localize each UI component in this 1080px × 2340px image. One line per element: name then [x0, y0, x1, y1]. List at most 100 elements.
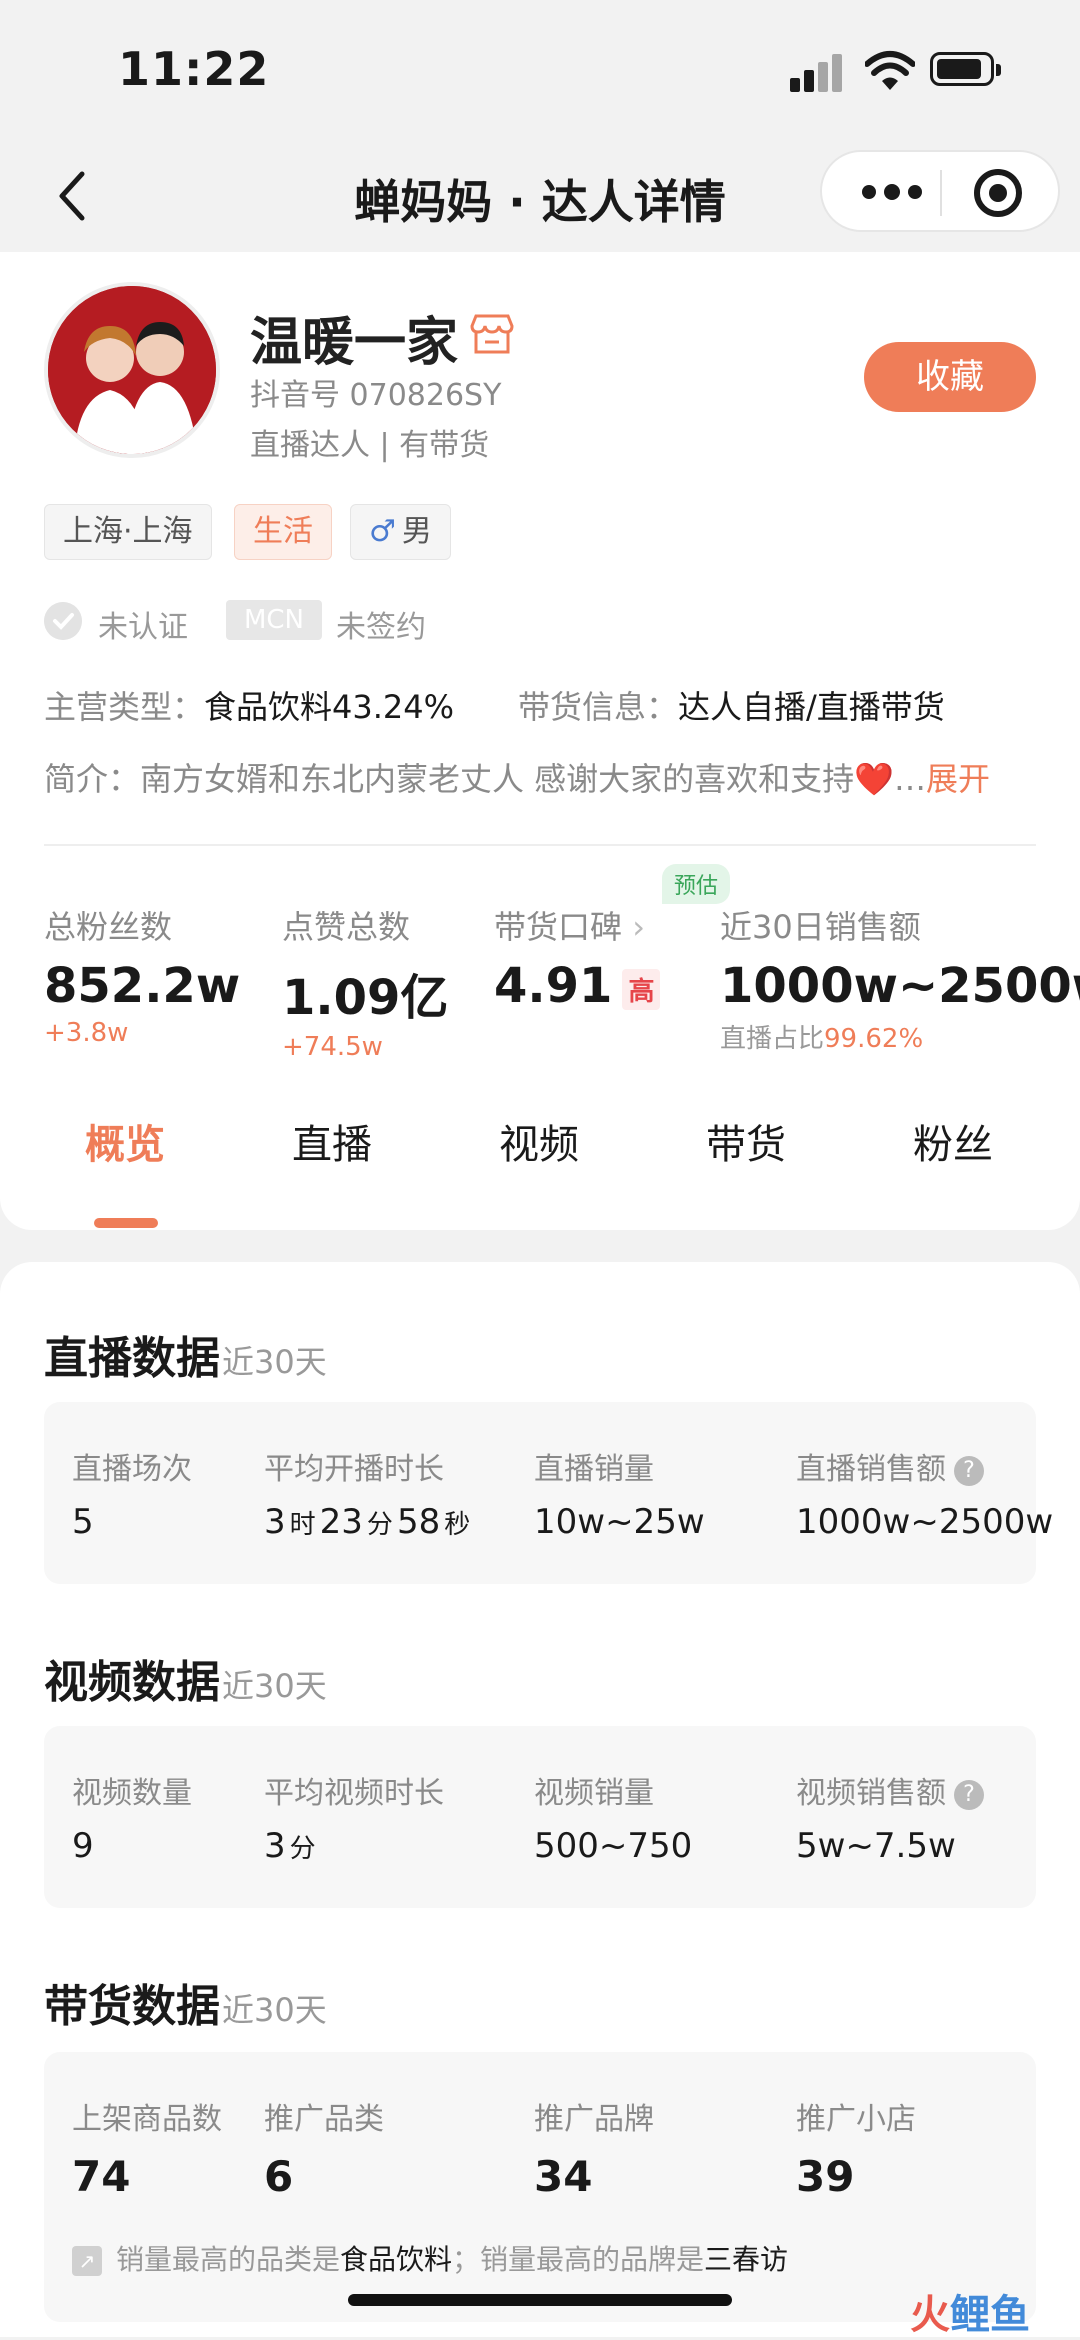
tab-fans[interactable]: 粉丝 — [845, 1112, 1061, 1170]
watermark-logo: 火鲤鱼 — [910, 2282, 1030, 2340]
minutes-value: 3 — [264, 1826, 286, 1866]
live-sessions: 直播场次 5 — [72, 1444, 192, 1542]
favorite-button[interactable]: 收藏 — [864, 342, 1036, 412]
stat-label: 带货口碑 — [494, 908, 623, 946]
cell-label: 推广品类 — [264, 2102, 384, 2137]
stat-likes[interactable]: 点赞总数 1.09亿 +74.5w — [282, 902, 448, 1062]
section-period: 近30天 — [222, 1991, 327, 2029]
section-title-text: 直播数据 — [44, 1333, 220, 1384]
stat-label: 点赞总数 — [282, 908, 411, 946]
tab-video[interactable]: 视频 — [431, 1112, 647, 1170]
stat-delta: +74.5w — [282, 1032, 383, 1062]
cell-label: 推广品牌 — [534, 2102, 654, 2137]
cell-label: 视频销售额 — [796, 1776, 946, 1811]
tab-live[interactable]: 直播 — [224, 1112, 440, 1170]
goods-data-box: 上架商品数 74 推广品类 6 推广品牌 34 推广小店 39 ↗ 销量最高的品类… — [44, 2052, 1036, 2322]
goods-shops: 推广小店 39 — [796, 2094, 916, 2201]
verify-check-icon — [44, 602, 82, 640]
main-type-row: 主营类型：食品饮料43.24% — [44, 682, 454, 728]
status-time: 11:22 — [118, 42, 270, 96]
minutes-value: 23 — [319, 1502, 363, 1542]
goods-categories: 推广品类 6 — [264, 2094, 384, 2201]
video-avg-duration: 平均视频时长 3分 — [264, 1768, 444, 1866]
chevron-right-icon: › — [632, 908, 645, 946]
hours-unit: 时 — [289, 1510, 316, 1540]
shop-icon[interactable] — [468, 312, 516, 356]
wifi-icon — [865, 51, 915, 90]
live-data-box: 直播场次 5 平均开播时长 3 时 23 分 58 秒 直播销量 10w~25w 直播销售… — [44, 1402, 1053, 1584]
battery-icon — [930, 52, 1001, 86]
main-type-key: 主营类型： — [44, 688, 205, 726]
intro-row: 简介：南方女婿和东北内蒙老丈人 感谢大家的喜欢和支持❤️…展开 — [44, 754, 1044, 800]
expand-link[interactable]: 展开 — [926, 760, 990, 798]
cell-value: 1000w~2500w — [796, 1502, 1054, 1542]
goods-listed: 上架商品数 74 — [72, 2094, 222, 2201]
hours-value: 3 — [264, 1502, 286, 1542]
mcn-badge: MCN — [226, 600, 322, 640]
live-volume: 直播销量 10w~25w — [534, 1444, 705, 1542]
mini-program-capsule — [820, 150, 1060, 232]
tab-overview[interactable]: 概览 — [17, 1112, 233, 1170]
summary-brand: 三春访 — [704, 2243, 789, 2276]
cell-value: 5 — [72, 1502, 94, 1542]
sales-info-row: 带货信息：达人自播/直播带货 — [518, 682, 945, 728]
live-ratio: 直播占比99.62% — [720, 1018, 1080, 1055]
section-period: 近30天 — [222, 1667, 327, 1705]
cell-value: 34 — [534, 2152, 593, 2201]
main-type-value: 食品饮料43.24% — [204, 688, 455, 726]
avatar[interactable] — [44, 282, 220, 458]
goods-summary: ↗ 销量最高的品类是食品饮料；销量最高的品牌是三春访 — [72, 2238, 788, 2278]
tab-goods[interactable]: 带货 — [638, 1112, 854, 1170]
watermark-part1: 火 — [910, 2292, 950, 2338]
home-indicator[interactable] — [348, 2294, 732, 2306]
cell-label: 视频数量 — [72, 1776, 192, 1811]
section-title-text: 视频数据 — [44, 1657, 220, 1708]
stat-value: 852.2w — [44, 958, 241, 1014]
avatar-image — [48, 286, 216, 454]
live-ratio-label: 直播占比 — [720, 1024, 825, 1054]
status-bar: 11:22 — [0, 0, 1080, 140]
capsule-divider — [940, 170, 942, 216]
help-icon[interactable]: ? — [954, 1455, 984, 1486]
cell-value: 5w~7.5w — [796, 1826, 956, 1866]
nav-bar: 蝉妈妈 · 达人详情 — [0, 140, 1080, 252]
minutes-unit: 分 — [289, 1834, 316, 1864]
cell-value: 74 — [72, 2152, 131, 2201]
stat-value: 1000w~2500w — [720, 958, 1080, 1014]
sales-info-key: 带货信息： — [518, 688, 679, 726]
live-ratio-value: 99.62% — [824, 1024, 924, 1054]
section-period: 近30天 — [222, 1343, 327, 1381]
cell-label: 平均开播时长 — [264, 1452, 444, 1487]
profile-card: 温暖一家 抖音号 070826SY 直播达人 | 有带货 收藏 上海·上海 生活… — [0, 252, 1080, 1230]
douyin-id: 抖音号 070826SY — [250, 378, 502, 413]
stat-sales30[interactable]: 近30日销售额 1000w~2500w 直播占比99.62% — [720, 902, 1080, 1055]
seconds-value: 58 — [396, 1502, 441, 1542]
cell-value: 10w~25w — [534, 1502, 705, 1542]
goods-brands: 推广品牌 34 — [534, 2094, 654, 2201]
estimate-badge: 预估 — [662, 864, 731, 904]
minutes-unit: 分 — [366, 1510, 393, 1540]
sales-info-value: 达人自播/直播带货 — [678, 688, 945, 726]
cell-label: 直播销量 — [534, 1452, 654, 1487]
cell-label: 视频销量 — [534, 1776, 654, 1811]
mcn-status: 未签约 — [336, 610, 426, 645]
cell-label-row: 视频销售额? — [796, 1768, 984, 1812]
stat-fans[interactable]: 总粉丝数 852.2w +3.8w — [44, 902, 240, 1048]
stat-label: 近30日销售额 — [720, 908, 921, 946]
category-tag: 生活 — [234, 504, 332, 560]
stat-label-row: 带货口碑 › — [494, 902, 660, 948]
influencer-name: 温暖一家 — [250, 313, 459, 373]
cell-label: 直播场次 — [72, 1452, 192, 1487]
reputation-level-badge: 高 — [622, 968, 661, 1010]
goods-section-title: 带货数据近30天 — [44, 1970, 327, 2034]
stat-value-row: 4.91 高 — [494, 958, 661, 1014]
stat-reputation[interactable]: 带货口碑 › 4.91 高 — [494, 902, 661, 1014]
help-icon[interactable]: ? — [954, 1779, 984, 1810]
more-dots-icon[interactable] — [862, 184, 922, 201]
signal-icon — [790, 52, 846, 92]
cell-value: 39 — [796, 2152, 855, 2201]
cell-value: 9 — [72, 1826, 94, 1866]
stat-value: 1.09亿 — [282, 970, 449, 1026]
target-icon[interactable] — [974, 169, 1022, 217]
location-tag: 上海·上海 — [44, 504, 212, 560]
